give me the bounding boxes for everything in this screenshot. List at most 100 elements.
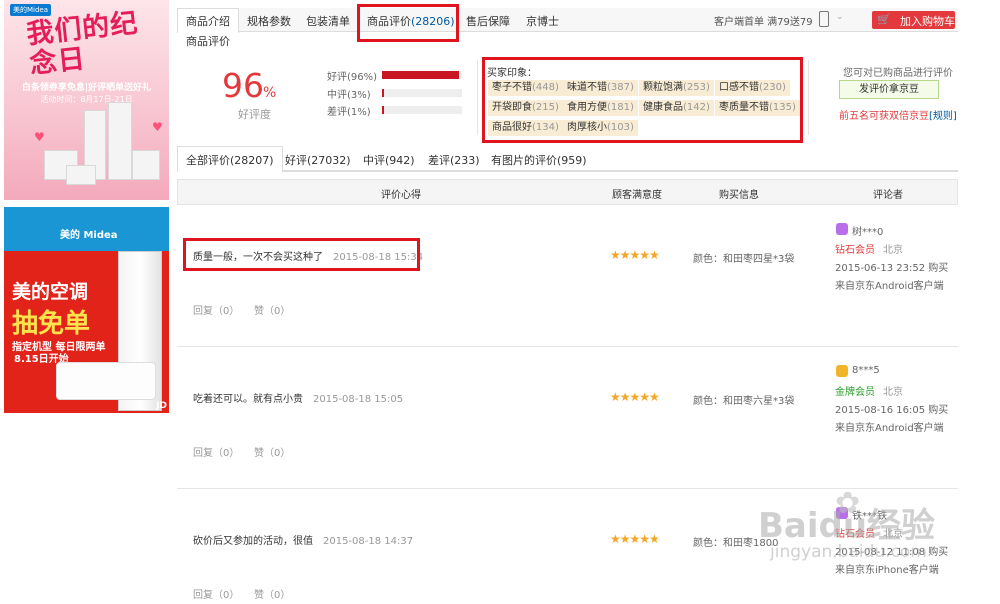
filter-with-images[interactable]: 有图片的评价(959) bbox=[491, 152, 587, 168]
positive-rate-sign: % bbox=[263, 85, 277, 101]
reply-link[interactable]: 回复（0） bbox=[193, 586, 239, 601]
mobile-offer-text[interactable]: 客户端首单 满79送79 bbox=[714, 13, 813, 28]
impression-tag[interactable]: 颗粒饱满(253) bbox=[639, 80, 714, 96]
impression-tag[interactable]: 开袋即食(215) bbox=[488, 100, 563, 116]
can-review-text: 您可对已购商品进行评价 bbox=[843, 68, 953, 79]
rating-bar-label: 好评(96%) bbox=[327, 72, 378, 83]
filter-neutral[interactable]: 中评(942) bbox=[363, 152, 415, 168]
reviewer-name: 8***5 bbox=[852, 365, 880, 376]
section-title: 商品评价 bbox=[186, 35, 230, 48]
tab-intro[interactable]: 商品介绍 bbox=[177, 8, 239, 33]
purchase-info: 颜色：和田枣六星*3袋 bbox=[693, 396, 795, 407]
add-to-cart-label: 加入购物车 bbox=[900, 15, 955, 28]
impression-tag-text: 枣质量不错 bbox=[719, 102, 769, 113]
reviewer-city: 北京 bbox=[883, 387, 903, 398]
like-link[interactable]: 赞（0） bbox=[254, 444, 290, 459]
phone-icon[interactable] bbox=[819, 11, 829, 27]
impression-tag-text: 开袋即食 bbox=[492, 102, 532, 113]
rating-bar-label: 差评(1%) bbox=[327, 107, 371, 118]
purchase-info: 颜色：和田枣四星*3袋 bbox=[693, 254, 795, 265]
appliance-image bbox=[108, 102, 132, 180]
impression-tag-count: (230) bbox=[759, 82, 786, 93]
impression-tag[interactable]: 肉厚核小(103) bbox=[563, 120, 638, 136]
chevron-down-icon[interactable]: ⌄ bbox=[836, 12, 844, 22]
heart-icon: ♥ bbox=[34, 130, 45, 144]
rating-bar-fill bbox=[382, 89, 385, 97]
impression-tag[interactable]: 枣质量不错(135) bbox=[715, 100, 800, 116]
reviewer-name: 树***0 bbox=[852, 227, 884, 238]
header-reviewer: 评论者 bbox=[873, 190, 903, 201]
review-date: 2015-08-18 15:05 bbox=[313, 394, 404, 405]
reply-link[interactable]: 回复（0） bbox=[193, 302, 239, 317]
ad-banner-aircon[interactable]: 美的 Midea 美的空调 抽免单 指定机型 每日限两单 8.15日开始 JD bbox=[4, 207, 169, 413]
member-level: 金牌会员 北京 bbox=[835, 383, 903, 398]
impression-tag-count: (142) bbox=[683, 102, 710, 113]
purchase-time: 2015-06-13 23:52 购买 bbox=[835, 263, 949, 274]
impression-tag-text: 肉厚核小 bbox=[567, 122, 607, 133]
review-source: 来自京东Android客户端 bbox=[835, 423, 944, 434]
member-level-icon bbox=[836, 365, 848, 377]
highlight-box-comment bbox=[183, 238, 420, 271]
purchase-time: 2015-08-16 16:05 购买 bbox=[835, 405, 949, 416]
impression-tag-count: (448) bbox=[532, 82, 559, 93]
rating-bar-track bbox=[382, 106, 462, 114]
header-satisfaction: 顾客满意度 bbox=[612, 190, 662, 201]
heart-icon: ♥ bbox=[152, 120, 163, 134]
impression-tag-text: 味道不错 bbox=[567, 82, 607, 93]
tab-package[interactable]: 包装清单 bbox=[306, 13, 350, 29]
tab-specs[interactable]: 规格参数 bbox=[247, 13, 291, 29]
filter-negative[interactable]: 差评(233) bbox=[428, 152, 480, 168]
impression-tag-text: 食用方便 bbox=[567, 102, 607, 113]
impression-tag-text: 商品很好 bbox=[492, 122, 532, 133]
review-comment: 砍价后又参加的活动，很值 2015-08-18 14:37 bbox=[193, 532, 413, 547]
rules-link[interactable]: [规则] bbox=[929, 111, 957, 122]
impression-tag[interactable]: 味道不错(387) bbox=[563, 80, 638, 96]
review-comment: 吃着还可以。就有点小贵 2015-08-18 15:05 bbox=[193, 390, 403, 405]
jd-corner-logo: JD bbox=[156, 401, 167, 411]
impression-tag[interactable]: 口感不错(230) bbox=[715, 80, 790, 96]
reply-link[interactable]: 回复（0） bbox=[193, 444, 239, 459]
review-date: 2015-08-18 14:37 bbox=[323, 536, 414, 547]
like-link[interactable]: 赞（0） bbox=[254, 302, 290, 317]
divider bbox=[808, 60, 809, 135]
tab-service[interactable]: 售后保障 bbox=[466, 13, 510, 29]
impression-title: 买家印象： bbox=[487, 68, 537, 79]
review-source: 来自京东iPhone客户端 bbox=[835, 565, 939, 576]
watermark-url: jingyan.baidu.com bbox=[770, 542, 927, 562]
impression-tag-count: (181) bbox=[607, 102, 634, 113]
impression-tag[interactable]: 枣子不错(448) bbox=[488, 80, 563, 96]
rating-bar-label: 中评(3%) bbox=[327, 90, 371, 101]
highlight-box-reviews-tab bbox=[357, 4, 459, 42]
impression-tag[interactable]: 健康食品(142) bbox=[639, 100, 714, 116]
positive-rate-label: 好评度 bbox=[238, 108, 271, 121]
impression-tag-text: 口感不错 bbox=[719, 82, 759, 93]
tab-doctor[interactable]: 京博士 bbox=[526, 13, 559, 29]
member-level-label: 钻石会员 bbox=[835, 245, 875, 256]
impression-tag-text: 健康食品 bbox=[643, 102, 683, 113]
impression-tag[interactable]: 食用方便(181) bbox=[563, 100, 638, 116]
member-level-icon bbox=[836, 223, 848, 235]
appliance-image bbox=[132, 150, 160, 180]
ad-promo-line: 白条领券享免息|好评晒单送好礼 bbox=[21, 83, 152, 93]
filter-positive[interactable]: 好评(27032) bbox=[285, 152, 351, 168]
like-link[interactable]: 赞（0） bbox=[254, 586, 290, 601]
ad-banner-anniversary[interactable]: 美的Midea 我们的纪念日 白条领券享免息|好评晒单送好礼 活动时间：8月17… bbox=[4, 0, 169, 200]
add-to-cart-button[interactable]: 🛒 加入购物车 bbox=[872, 11, 955, 29]
member-level: 钻石会员 北京 bbox=[835, 241, 903, 256]
divider bbox=[477, 60, 478, 135]
ad-headline-big: 抽免单 bbox=[12, 309, 91, 339]
impression-tag-count: (253) bbox=[683, 82, 710, 93]
appliance-image bbox=[66, 165, 96, 185]
filter-all[interactable]: 全部评价(28207) bbox=[177, 146, 283, 173]
star-rating: ★★★★★ bbox=[610, 390, 660, 404]
impression-tag-count: (103) bbox=[607, 122, 634, 133]
impression-tag-count: (387) bbox=[607, 82, 634, 93]
impression-tag[interactable]: 商品很好(134) bbox=[488, 120, 563, 136]
positive-rate-value: 96 bbox=[222, 66, 264, 105]
review-text: 吃着还可以。就有点小贵 bbox=[193, 394, 303, 405]
header-purchase-info: 购买信息 bbox=[719, 190, 759, 201]
star-rating: ★★★★★ bbox=[610, 248, 660, 262]
reviewer-city: 北京 bbox=[883, 245, 903, 256]
top5-bonus-text: 前五名可获双倍京豆[规则] bbox=[839, 107, 957, 122]
write-review-button[interactable]: 发评价拿京豆 bbox=[839, 80, 939, 99]
